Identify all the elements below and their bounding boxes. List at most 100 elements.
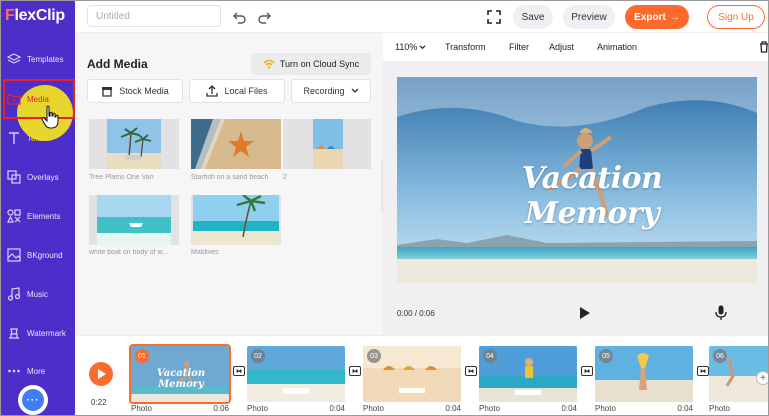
logo: FlexClip	[5, 7, 65, 24]
clip-type: Photo	[363, 404, 384, 413]
redo-icon[interactable]	[255, 8, 273, 26]
trash-icon[interactable]	[759, 41, 769, 53]
elements-icon	[7, 209, 21, 223]
clip-number: 02	[251, 349, 265, 363]
preview-button[interactable]: Preview	[563, 5, 615, 29]
stock-media-button[interactable]: Stock Media	[87, 79, 183, 103]
sidebar: FlexClip Templates Media Text Overlays E…	[1, 1, 75, 415]
cloud-sync-button[interactable]: Turn on Cloud Sync	[251, 53, 371, 75]
sidebar-item-more[interactable]: More	[1, 353, 75, 389]
play-icon	[98, 369, 106, 379]
save-button[interactable]: Save	[513, 5, 553, 29]
clip-number: 06	[713, 349, 727, 363]
transition-icon[interactable]: ⧓	[233, 366, 245, 376]
transition-icon[interactable]: ⧓	[581, 366, 593, 376]
adjust-tool[interactable]: Adjust	[549, 42, 574, 52]
clip-duration: 0:04	[329, 404, 345, 413]
thumb-caption: 2	[283, 174, 287, 181]
media-thumb[interactable]	[283, 119, 371, 169]
editor-toolbar: 110% Transform Filter Adjust Animation	[383, 33, 768, 61]
stock-media-label: Stock Media	[119, 86, 169, 96]
timeline-play-button[interactable]	[89, 362, 113, 386]
media-thumb[interactable]	[89, 119, 179, 169]
sidebar-item-label: BKground	[27, 250, 63, 260]
video-time: 0:00 / 0:06	[397, 309, 435, 318]
local-files-button[interactable]: Local Files	[189, 79, 285, 103]
transform-tool[interactable]: Transform	[445, 42, 486, 52]
sidebar-item-label: Elements	[27, 211, 61, 221]
timeline-clip[interactable]: 02	[247, 346, 345, 402]
timeline-time: 0:22	[91, 398, 107, 407]
sidebar-item-overlays[interactable]: Overlays	[1, 159, 75, 195]
wifi-icon	[263, 59, 275, 69]
play-icon[interactable]	[579, 307, 591, 319]
chat-icon: ···	[22, 389, 44, 411]
clip-type: Photo	[131, 404, 152, 413]
sidebar-item-label: More	[27, 366, 46, 376]
upload-icon	[206, 85, 219, 97]
transition-icon[interactable]: ⧓	[697, 366, 709, 376]
signup-button[interactable]: Sign Up	[707, 5, 765, 29]
chat-button[interactable]: ···	[18, 385, 48, 415]
media-thumb[interactable]	[191, 119, 281, 169]
sidebar-item-elements[interactable]: Elements	[1, 198, 75, 234]
sidebar-item-watermark[interactable]: Watermark	[1, 315, 75, 351]
animation-tool[interactable]: Animation	[597, 42, 637, 52]
layers-icon	[7, 53, 21, 64]
cloud-sync-label: Turn on Cloud Sync	[279, 59, 360, 69]
sidebar-item-templates[interactable]: Templates	[1, 41, 75, 77]
export-button[interactable]: Export →	[625, 5, 689, 29]
clip-duration: 0:04	[677, 404, 693, 413]
clip-type: Photo	[247, 404, 268, 413]
timeline-clip[interactable]: 03	[363, 346, 461, 402]
sidebar-item-text[interactable]: Text	[1, 120, 75, 156]
chevron-down-icon	[419, 44, 426, 49]
store-icon	[102, 86, 113, 97]
chevron-down-icon	[351, 88, 358, 93]
clip-meta: Photo 0:04	[363, 404, 461, 413]
media-thumb[interactable]	[89, 195, 179, 245]
media-thumb[interactable]	[191, 195, 281, 245]
zoom-dropdown[interactable]: 110%	[395, 42, 426, 52]
timeline: 0:22 01 Vacation Memory Photo 0:06 ⧓ 02 P…	[75, 335, 768, 415]
clip-number: 05	[599, 349, 613, 363]
video-overlay-text: Vacation Memory	[521, 161, 663, 231]
preview-area: Vacation Memory 0:00 / 0:06	[383, 61, 768, 343]
media-highlight-box	[3, 79, 75, 119]
timeline-clip[interactable]: 01 Vacation Memory	[129, 344, 231, 404]
clip-number: 03	[367, 349, 381, 363]
thumb-caption: Maldives	[191, 249, 219, 256]
recording-dropdown[interactable]: Recording	[291, 79, 371, 103]
sidebar-item-label: Overlays	[27, 172, 59, 182]
sidebar-item-label: Watermark	[27, 328, 66, 338]
recording-label: Recording	[303, 86, 345, 96]
sidebar-item-bkground[interactable]: BKground	[1, 237, 75, 273]
arrow-right-icon: →	[669, 11, 680, 23]
clip-duration: 0:04	[561, 404, 577, 413]
panel-title: Add Media	[87, 57, 148, 71]
video-canvas[interactable]: Vacation Memory	[397, 77, 757, 283]
clip-number: 04	[483, 349, 497, 363]
clip-meta: Photo 0:06	[131, 404, 229, 413]
top-bar: Save Preview Export → Sign Up	[75, 1, 768, 33]
undo-icon[interactable]	[231, 8, 249, 26]
transition-icon[interactable]: ⧓	[465, 366, 477, 376]
transition-icon[interactable]: ⧓	[349, 366, 361, 376]
add-clip-icon[interactable]: +	[756, 371, 768, 385]
zoom-value: 110%	[395, 42, 418, 52]
timeline-clip[interactable]: 05	[595, 346, 693, 402]
fullscreen-icon[interactable]	[485, 8, 503, 26]
sidebar-item-music[interactable]: Music	[1, 276, 75, 312]
clip-type: Photo	[709, 404, 730, 413]
timeline-clip[interactable]: 04	[479, 346, 577, 402]
filter-tool[interactable]: Filter	[509, 42, 529, 52]
project-title-input[interactable]	[87, 5, 221, 27]
microphone-icon[interactable]	[715, 305, 727, 321]
sidebar-item-label: Text	[27, 133, 42, 143]
clip-duration: 0:04	[445, 404, 461, 413]
clip-duration: 0:06	[213, 404, 229, 413]
clip-type: Photo	[479, 404, 500, 413]
thumb-caption: Starfish on a sand beach	[191, 174, 269, 181]
export-label: Export	[634, 11, 666, 23]
music-icon	[7, 287, 21, 301]
